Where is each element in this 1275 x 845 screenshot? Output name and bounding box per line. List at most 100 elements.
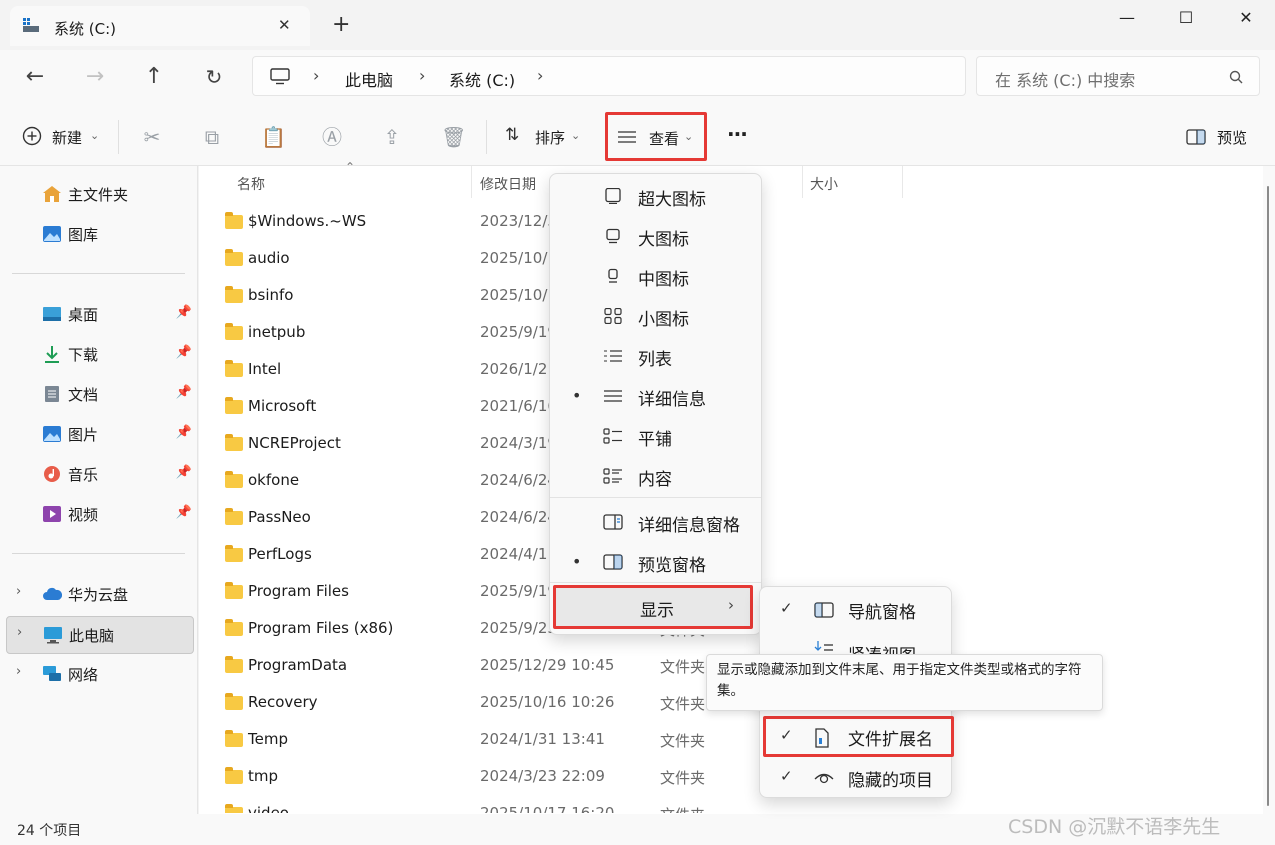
breadcrumb-drive-c[interactable]: 系统 (C:) — [449, 67, 515, 91]
home-icon — [43, 186, 61, 202]
close-window-button[interactable]: ✕ — [1231, 8, 1261, 28]
column-divider[interactable] — [802, 166, 803, 198]
sidebar-item-label: 文档 — [68, 386, 99, 404]
menu-item-show[interactable]: 显示 › — [553, 585, 753, 629]
navigation-pane-icon — [814, 602, 834, 618]
menu-item-label: 中图标 — [638, 270, 689, 290]
menu-item-details-pane[interactable]: 详细信息窗格 — [554, 504, 759, 540]
sidebar-item-home[interactable]: 主文件夹 — [12, 176, 194, 212]
sort-button[interactable]: ⇅ 排序 ⌄ — [503, 124, 585, 152]
sidebar-item-huawei-cloud[interactable]: › 华为云盘 — [12, 576, 194, 612]
cut-icon[interactable]: ✂ — [141, 126, 163, 148]
menu-item-label: 内容 — [638, 470, 672, 490]
file-name: Intel — [248, 360, 282, 378]
pc-icon — [44, 627, 62, 644]
small-icons-icon — [604, 308, 622, 324]
chevron-right-icon[interactable]: › — [16, 584, 21, 599]
refresh-button[interactable]: ↻ — [199, 64, 229, 92]
item-count: 24 个项目 — [17, 823, 82, 839]
forward-button[interactable]: → — [80, 64, 110, 92]
up-button[interactable]: ↑ — [139, 64, 169, 92]
plus-circle-icon — [22, 126, 42, 146]
pin-icon[interactable]: 📌 — [176, 425, 192, 440]
sidebar-item-music[interactable]: 音乐 📌 — [12, 456, 194, 492]
column-divider[interactable] — [471, 166, 472, 198]
menu-item-tiles[interactable]: 平铺 — [554, 418, 759, 454]
menu-item-list[interactable]: 列表 — [554, 338, 759, 374]
minimize-button[interactable]: — — [1112, 8, 1142, 28]
share-icon[interactable]: ⇪ — [381, 126, 403, 148]
sidebar-item-this-pc[interactable]: › 此电脑 — [6, 616, 194, 654]
selected-bullet-icon: • — [572, 552, 582, 571]
menu-item-file-extensions[interactable]: ✓ 文件扩展名 — [763, 716, 954, 757]
watermark: CSDN @沉默不语李先生 — [1008, 816, 1221, 838]
search-input[interactable]: 在 系统 (C:) 中搜索 — [995, 67, 1135, 91]
table-row[interactable]: video 2025/10/17 16:20 文件夹 — [199, 795, 1249, 813]
menu-item-smalls-icon[interactable]: 小图标 — [554, 298, 759, 334]
menu-item-hidden-items[interactable]: ✓ 隐藏的项目 — [764, 758, 949, 796]
tab-current[interactable]: 系统 (C:) ✕ — [10, 6, 310, 46]
column-divider[interactable] — [902, 166, 903, 198]
address-bar[interactable]: › 此电脑 › 系统 (C:) › — [252, 56, 966, 96]
file-extension-icon — [815, 728, 829, 748]
menu-item-compact-view[interactable]: 紧凑视图 — [764, 631, 949, 655]
chevron-right-icon[interactable]: › — [17, 625, 22, 640]
delete-icon[interactable]: 🗑 — [441, 126, 466, 148]
sidebar-item-network[interactable]: › 网络 — [12, 656, 194, 692]
scrollbar-thumb[interactable] — [1267, 186, 1269, 806]
search-box[interactable]: 在 系统 (C:) 中搜索 — [976, 56, 1260, 96]
menu-item-label: 列表 — [638, 350, 672, 370]
sidebar-item-videos[interactable]: 视频 📌 — [12, 496, 194, 532]
close-tab-icon[interactable]: ✕ — [278, 16, 291, 34]
table-row[interactable]: tmp 2024/3/23 22:09 文件夹 — [199, 758, 1249, 795]
sidebar-item-gallery[interactable]: 图库 — [12, 216, 194, 252]
back-button[interactable]: ← — [20, 64, 50, 92]
file-date: 2025/10/1 — [480, 249, 557, 267]
chevron-down-icon: ⌄ — [90, 129, 100, 142]
sidebar-item-pictures[interactable]: 图片 📌 — [12, 416, 194, 452]
column-header-size[interactable]: 大小 — [810, 174, 838, 194]
preview-button[interactable]: 预览 — [1186, 124, 1256, 152]
pin-icon[interactable]: 📌 — [176, 505, 192, 520]
chevron-right-icon[interactable]: › — [16, 664, 21, 679]
pin-icon[interactable]: 📌 — [176, 345, 192, 360]
pin-icon[interactable]: 📌 — [176, 465, 192, 480]
column-header-modified[interactable]: 修改日期 — [480, 174, 536, 194]
pin-icon[interactable]: 📌 — [176, 305, 192, 320]
menu-item-larges-icon[interactable]: 大图标 — [554, 218, 759, 254]
file-date: 2025/9/19 — [480, 323, 557, 341]
sort-ascending-icon: ⌃ — [345, 160, 356, 174]
pin-icon[interactable]: 📌 — [176, 385, 192, 400]
rename-icon[interactable]: Ⓐ — [321, 126, 343, 148]
maximize-button[interactable]: ☐ — [1171, 8, 1201, 28]
file-date: 2025/10/1 — [480, 286, 557, 304]
menu-item-content[interactable]: 内容 — [554, 458, 759, 494]
menu-item-extra-larges-icon[interactable]: 超大图标 — [554, 178, 759, 214]
folder-icon — [225, 508, 243, 525]
file-name: ProgramData — [248, 656, 348, 674]
menu-item-preview-pane[interactable]: • 预览窗格 — [554, 544, 759, 580]
monitor-icon — [270, 68, 290, 85]
desktop-icon — [43, 307, 61, 321]
copy-icon[interactable]: ⧉ — [201, 126, 223, 148]
paste-icon[interactable]: 📋 — [261, 126, 286, 148]
sidebar-item-documents[interactable]: 文档 📌 — [12, 376, 194, 412]
sidebar-item-downloads[interactable]: 下载 📌 — [12, 336, 194, 372]
sidebar-item-label: 桌面 — [68, 306, 99, 324]
more-options-button[interactable]: ··· — [727, 122, 748, 146]
new-tab-button[interactable]: + — [332, 14, 350, 36]
folder-icon — [225, 397, 243, 414]
column-header-name[interactable]: 名称 — [237, 174, 265, 194]
menu-item-mediums-icon[interactable]: 中图标 — [554, 258, 759, 294]
view-button[interactable]: 查看 ⌄ — [605, 112, 707, 161]
breadcrumb-separator[interactable]: › — [537, 66, 543, 85]
breadcrumb-this-pc[interactable]: 此电脑 — [345, 67, 393, 91]
table-row[interactable]: Temp 2024/1/31 13:41 文件夹 — [199, 721, 1249, 758]
file-date: 2026/1/2 — [480, 360, 548, 378]
vertical-scrollbar[interactable] — [1263, 166, 1275, 814]
sidebar-item-desktop[interactable]: 桌面 📌 — [12, 296, 194, 332]
menu-item-navigation-pane[interactable]: ✓ 导航窗格 — [764, 590, 949, 628]
menu-item-details[interactable]: • 详细信息 — [554, 378, 759, 414]
new-button[interactable]: 新建 ⌄ — [20, 124, 105, 152]
details-icon — [604, 390, 622, 402]
